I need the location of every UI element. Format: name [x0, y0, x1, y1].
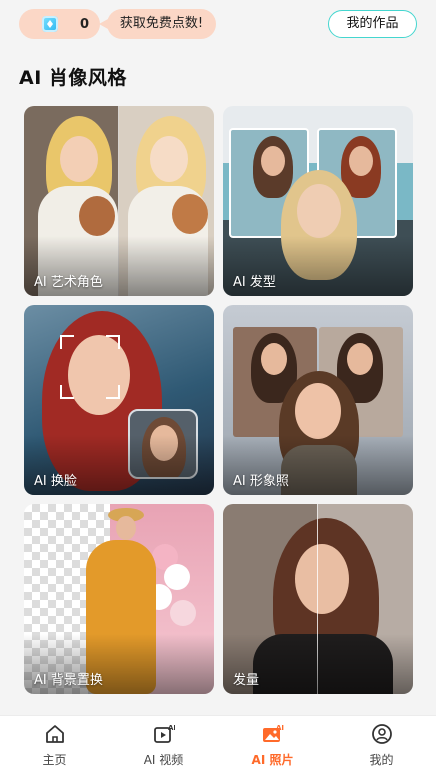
- nav-label: 主页: [42, 753, 67, 767]
- portrait-face: [261, 146, 285, 176]
- scan-corner: [106, 385, 120, 399]
- portrait-face: [297, 184, 341, 238]
- card-hair-volume[interactable]: 发量: [223, 504, 413, 694]
- card-label: AI 形象照: [233, 474, 289, 489]
- portrait-face: [295, 383, 341, 439]
- ai-photo-icon: AI: [262, 724, 284, 742]
- nav-label: AI 照片: [251, 753, 294, 767]
- portrait-face: [349, 146, 373, 176]
- svg-text:AI: AI: [168, 724, 175, 732]
- top-bar: 0 获取免费点数! 我的作品: [0, 0, 436, 52]
- dog-figure: [79, 196, 115, 236]
- card-label: AI 背景置换: [34, 673, 103, 688]
- nav-label: 我的: [369, 753, 394, 767]
- card-label: 发量: [233, 673, 260, 688]
- points-pill[interactable]: 0: [19, 9, 100, 39]
- portrait-face: [60, 136, 98, 182]
- card-label: AI 发型: [233, 275, 276, 290]
- scan-corner: [60, 335, 74, 349]
- nav-profile[interactable]: 我的: [327, 716, 436, 775]
- card-label: AI 艺术角色: [34, 275, 103, 290]
- nav-label: AI 视频: [143, 753, 184, 767]
- card-label: AI 换脸: [34, 474, 77, 489]
- home-icon: [45, 725, 64, 743]
- points-value: 0: [80, 16, 90, 32]
- nav-home[interactable]: 主页: [0, 716, 109, 775]
- section-title: AI 肖像风格: [19, 67, 127, 89]
- card-ai-face-swap[interactable]: AI 换脸: [24, 305, 214, 495]
- card-ai-background-replace[interactable]: AI 背景置换: [24, 504, 214, 694]
- nav-ai-video[interactable]: AI AI 视频: [109, 716, 218, 775]
- portrait-face: [347, 343, 373, 375]
- portrait-face: [68, 335, 130, 415]
- bottom-nav: 主页 AI AI 视频 AI AI 照片 我的: [0, 715, 436, 775]
- card-ai-hairstyle[interactable]: AI 发型: [223, 106, 413, 296]
- balloon: [170, 600, 196, 626]
- portrait-face: [261, 343, 287, 375]
- dog-figure: [172, 194, 208, 234]
- portrait-face: [116, 516, 136, 540]
- balloon: [164, 564, 190, 590]
- ai-video-icon: AI: [153, 724, 175, 743]
- profile-icon: [371, 724, 392, 744]
- scan-corner: [60, 385, 74, 399]
- my-works-button[interactable]: 我的作品: [328, 10, 417, 38]
- portrait-face: [150, 136, 188, 182]
- nav-ai-photo[interactable]: AI AI 照片: [218, 716, 327, 775]
- card-ai-art-character[interactable]: AI 艺术角色: [24, 106, 214, 296]
- card-ai-headshot[interactable]: AI 形象照: [223, 305, 413, 495]
- svg-text:AI: AI: [276, 724, 284, 732]
- diamond-icon: [42, 16, 58, 32]
- scan-corner: [106, 335, 120, 349]
- get-free-points-button[interactable]: 获取免费点数!: [99, 9, 216, 39]
- portrait-face: [295, 544, 349, 614]
